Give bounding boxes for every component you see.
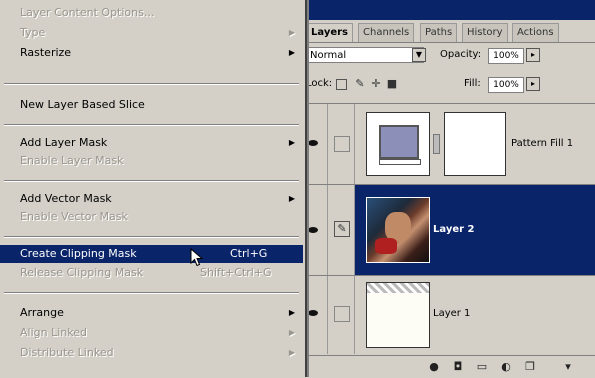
- tab-history[interactable]: History: [462, 23, 508, 42]
- new-set-icon[interactable]: ▭: [476, 361, 488, 373]
- eye-icon[interactable]: [308, 227, 318, 233]
- paintbrush-icon: ✎: [334, 221, 350, 237]
- tab-paths[interactable]: Paths: [420, 23, 458, 42]
- submenu-arrow-icon: ▶: [288, 138, 295, 147]
- tab-actions[interactable]: Actions: [512, 23, 559, 42]
- menu-item-arrange[interactable]: Arrange ▶: [0, 304, 303, 322]
- opacity-field[interactable]: 100%: [488, 48, 524, 64]
- tab-channels[interactable]: Channels: [358, 23, 415, 42]
- opacity-label: Opacity:: [440, 49, 482, 60]
- menu-item-label: Add Vector Mask: [20, 192, 112, 205]
- link-checkbox[interactable]: [334, 136, 350, 152]
- menu-item-label: Create Clipping Mask: [20, 247, 137, 260]
- mouse-pointer-icon: [190, 248, 204, 267]
- submenu-arrow-icon: ▶: [288, 194, 295, 203]
- menu-item-label: Enable Vector Mask: [20, 210, 128, 223]
- layer-1-thumbnail: [366, 282, 430, 348]
- submenu-arrow-icon: ▶: [288, 328, 295, 337]
- shortcut-label: Ctrl+G: [230, 247, 268, 260]
- fill-field[interactable]: 100%: [488, 77, 524, 93]
- mask-link-icon: [433, 134, 440, 154]
- menu-item-layer-content-options[interactable]: Layer Content Options...: [0, 4, 303, 22]
- menu-item-enable-vector-mask[interactable]: Enable Vector Mask: [0, 208, 303, 226]
- blend-mode-select[interactable]: Normal: [306, 47, 424, 63]
- layer-context-menu: Layer Content Options... Type ▶ Rasterize…: [0, 0, 307, 377]
- menu-separator: [4, 180, 299, 182]
- pattern-fill-thumbnail: [366, 112, 430, 176]
- menu-item-label: Release Clipping Mask: [20, 266, 144, 279]
- menu-item-label: Type: [20, 26, 46, 39]
- menu-item-distribute-linked[interactable]: Distribute Linked ▶: [0, 344, 303, 362]
- link-cell: ✎: [328, 185, 355, 275]
- adjustment-layer-icon[interactable]: ◐: [500, 361, 512, 373]
- menu-item-add-vector-mask[interactable]: Add Vector Mask ▶: [0, 190, 303, 208]
- transparency-pattern: [367, 283, 429, 293]
- lock-fill-row: Lock: ✎ ✛ ■ Fill: 100% ▸: [300, 72, 595, 98]
- layer-row-layer-2[interactable]: ✎ Layer 2: [300, 184, 595, 275]
- menu-item-release-clipping-mask[interactable]: Release Clipping Mask Shift+Ctrl+G: [0, 264, 303, 282]
- link-checkbox[interactable]: [334, 306, 350, 322]
- layer-name[interactable]: Layer 2: [433, 224, 474, 235]
- opacity-slider-icon[interactable]: ▸: [526, 48, 540, 62]
- eye-icon[interactable]: [308, 310, 318, 316]
- new-layer-icon[interactable]: ❐: [524, 361, 536, 373]
- menu-item-label: Layer Content Options...: [20, 6, 155, 19]
- submenu-arrow-icon: ▶: [288, 28, 295, 37]
- menu-item-add-layer-mask[interactable]: Add Layer Mask ▶: [0, 134, 303, 152]
- layer-row-pattern-fill[interactable]: Pattern Fill 1: [300, 103, 595, 184]
- menu-item-label: New Layer Based Slice: [20, 98, 145, 111]
- fill-swatch-icon: [379, 125, 419, 159]
- palette-title-bar[interactable]: [300, 0, 595, 20]
- lock-all-icon[interactable]: ■: [386, 78, 398, 90]
- lock-label: Lock:: [306, 78, 333, 89]
- menu-item-type[interactable]: Type ▶: [0, 24, 303, 42]
- lock-move-icon[interactable]: ✛: [370, 78, 382, 90]
- layer-2-thumbnail: [366, 197, 430, 263]
- menu-item-label: Enable Layer Mask: [20, 154, 124, 167]
- submenu-arrow-icon: ▶: [288, 308, 295, 317]
- layer-name[interactable]: Pattern Fill 1: [511, 138, 573, 149]
- trash-icon[interactable]: ▾: [562, 361, 574, 373]
- tab-layers[interactable]: Layers: [306, 23, 353, 42]
- layer-style-icon[interactable]: ●: [428, 361, 440, 373]
- menu-item-create-clipping-mask[interactable]: Create Clipping Mask Ctrl+G: [0, 245, 303, 263]
- menu-separator: [4, 236, 299, 238]
- menu-item-label: Rasterize: [20, 46, 72, 59]
- palette-tabs: Layers Channels Paths History Actions: [300, 20, 595, 43]
- lock-transparency-icon[interactable]: [336, 79, 347, 90]
- layer-name[interactable]: Layer 1: [433, 308, 470, 319]
- menu-separator: [4, 124, 299, 126]
- photo-red-shape: [375, 238, 397, 254]
- menu-item-label: Align Linked: [20, 326, 87, 339]
- menu-item-new-layer-based-slice[interactable]: New Layer Based Slice: [0, 96, 303, 114]
- lock-brush-icon[interactable]: ✎: [354, 78, 366, 90]
- menu-item-label: Arrange: [20, 306, 64, 319]
- layer-row-layer-1[interactable]: Layer 1: [300, 275, 595, 354]
- menu-item-label: Distribute Linked: [20, 346, 114, 359]
- menu-separator: [4, 292, 299, 294]
- palette-bottom-bar: ● ◘ ▭ ◐ ❐ ▾: [300, 355, 595, 378]
- menu-item-label: Add Layer Mask: [20, 136, 108, 149]
- shortcut-label: Shift+Ctrl+G: [200, 266, 272, 279]
- submenu-arrow-icon: ▶: [288, 348, 295, 357]
- menu-item-enable-layer-mask[interactable]: Enable Layer Mask: [0, 152, 303, 170]
- menu-item-rasterize[interactable]: Rasterize ▶: [0, 44, 303, 62]
- menu-item-align-linked[interactable]: Align Linked ▶: [0, 324, 303, 342]
- submenu-arrow-icon: ▶: [288, 48, 295, 57]
- layer-mask-thumbnail: [444, 112, 506, 176]
- eye-icon[interactable]: [308, 140, 318, 146]
- blend-opacity-row: Normal ▼ Opacity: 100% ▸: [300, 43, 595, 69]
- menu-separator: [4, 83, 299, 85]
- fill-swatch-icon-base: [379, 159, 421, 165]
- fill-slider-icon[interactable]: ▸: [526, 77, 540, 91]
- layers-palette: Layers Channels Paths History Actions No…: [300, 0, 595, 377]
- add-mask-icon[interactable]: ◘: [452, 361, 464, 373]
- blend-mode-dropdown-icon[interactable]: ▼: [412, 48, 426, 62]
- fill-label: Fill:: [464, 78, 481, 89]
